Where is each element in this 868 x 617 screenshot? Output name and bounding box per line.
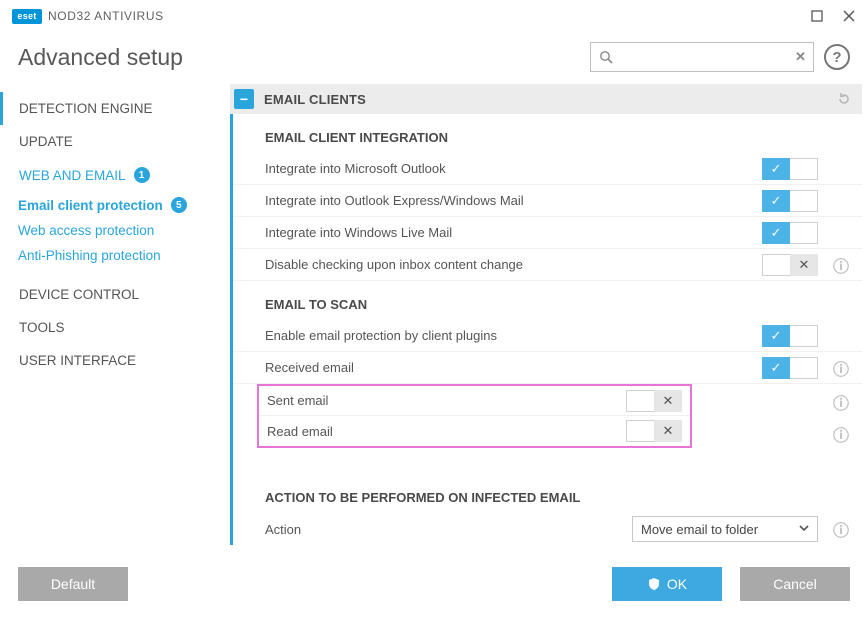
sidebar: DETECTION ENGINE UPDATE WEB AND EMAIL 1 … bbox=[0, 84, 230, 564]
check-icon: ✓ bbox=[762, 357, 790, 379]
row-label: Integrate into Outlook Express/Windows M… bbox=[265, 193, 762, 208]
search-icon bbox=[599, 50, 613, 64]
ok-label: OK bbox=[667, 576, 687, 592]
check-icon: ✓ bbox=[762, 190, 790, 212]
sidebar-sub-web-access-protection[interactable]: Web access protection bbox=[0, 218, 230, 243]
panel-header: − EMAIL CLIENTS bbox=[230, 84, 862, 114]
info-icon[interactable]: ⓘ bbox=[832, 422, 850, 446]
panel-title: EMAIL CLIENTS bbox=[264, 92, 366, 107]
count-badge: 1 bbox=[134, 167, 150, 183]
help-button[interactable]: ? bbox=[824, 44, 850, 70]
row-enable-email-protection: Enable email protection by client plugin… bbox=[233, 320, 862, 352]
x-icon: ✕ bbox=[654, 420, 682, 442]
check-icon: ✓ bbox=[762, 222, 790, 244]
x-icon: ✕ bbox=[790, 254, 818, 276]
check-icon: ✓ bbox=[762, 325, 790, 347]
maximize-icon[interactable] bbox=[808, 7, 826, 25]
row-label: Sent email bbox=[267, 393, 626, 408]
sidebar-item-update[interactable]: UPDATE bbox=[0, 125, 230, 158]
cancel-button[interactable]: Cancel bbox=[740, 567, 850, 601]
panel-body: EMAIL CLIENT INTEGRATION Integrate into … bbox=[230, 114, 862, 545]
sidebar-item-user-interface[interactable]: USER INTERFACE bbox=[0, 344, 230, 377]
section-title-integration: EMAIL CLIENT INTEGRATION bbox=[233, 114, 862, 153]
sidebar-item-device-control[interactable]: DEVICE CONTROL bbox=[0, 278, 230, 311]
toggle-read-email[interactable]: ✕ bbox=[626, 420, 682, 442]
row-label: Received email bbox=[265, 360, 762, 375]
row-label: Disable checking upon inbox content chan… bbox=[265, 257, 762, 272]
search-input[interactable] bbox=[619, 50, 795, 65]
select-value: Move email to folder bbox=[641, 522, 758, 537]
toggle-sent-email[interactable]: ✕ bbox=[626, 390, 682, 412]
collapse-icon[interactable]: − bbox=[234, 89, 254, 109]
body: DETECTION ENGINE UPDATE WEB AND EMAIL 1 … bbox=[0, 84, 868, 564]
section-title-scan: EMAIL TO SCAN bbox=[233, 281, 862, 320]
brand-badge: eset bbox=[12, 9, 42, 24]
page-title: Advanced setup bbox=[18, 44, 183, 71]
toggle-integrate-outlook[interactable]: ✓ bbox=[762, 158, 818, 180]
clear-search-icon[interactable]: ✕ bbox=[795, 49, 806, 65]
close-icon[interactable] bbox=[840, 7, 858, 25]
toggle-integrate-live-mail[interactable]: ✓ bbox=[762, 222, 818, 244]
info-icon[interactable]: ⓘ bbox=[832, 253, 850, 277]
row-label: Integrate into Windows Live Mail bbox=[265, 225, 762, 240]
row-label: Integrate into Microsoft Outlook bbox=[265, 161, 762, 176]
window-controls bbox=[808, 7, 858, 25]
info-icon[interactable]: ⓘ bbox=[832, 356, 850, 380]
row-label: Read email bbox=[267, 424, 626, 439]
row-integrate-live-mail: Integrate into Windows Live Mail ✓ bbox=[233, 217, 862, 249]
titlebar: eset NOD32 ANTIVIRUS bbox=[0, 0, 868, 28]
header: Advanced setup ✕ ? bbox=[0, 28, 868, 84]
row-integrate-outlook: Integrate into Microsoft Outlook ✓ bbox=[233, 153, 862, 185]
chevron-down-icon bbox=[797, 521, 811, 535]
sidebar-sub-label: Email client protection bbox=[18, 198, 163, 213]
row-label: Enable email protection by client plugin… bbox=[265, 328, 762, 343]
section-title-action: ACTION TO BE PERFORMED ON INFECTED EMAIL bbox=[233, 474, 862, 513]
sidebar-item-detection-engine[interactable]: DETECTION ENGINE bbox=[0, 92, 230, 125]
action-select[interactable]: Move email to folder bbox=[632, 516, 818, 542]
x-icon: ✕ bbox=[654, 390, 682, 412]
row-sent-email: Sent email ✕ bbox=[259, 386, 690, 416]
shield-icon bbox=[647, 577, 661, 591]
row-disable-checking: Disable checking upon inbox content chan… bbox=[233, 249, 862, 281]
highlight-box: Sent email ✕ Read email ✕ bbox=[257, 384, 692, 448]
check-icon: ✓ bbox=[762, 158, 790, 180]
sidebar-sub-anti-phishing-protection[interactable]: Anti-Phishing protection bbox=[0, 243, 230, 268]
sidebar-item-web-and-email[interactable]: WEB AND EMAIL 1 bbox=[0, 158, 230, 192]
product-name: NOD32 ANTIVIRUS bbox=[48, 9, 164, 23]
sidebar-item-label: WEB AND EMAIL bbox=[19, 168, 126, 183]
default-button[interactable]: Default bbox=[18, 567, 128, 601]
toggle-integrate-outlook-express[interactable]: ✓ bbox=[762, 190, 818, 212]
info-icon[interactable]: ⓘ bbox=[832, 517, 850, 541]
reset-icon[interactable] bbox=[836, 91, 852, 107]
info-icon[interactable]: ⓘ bbox=[832, 390, 850, 414]
toggle-enable-email-protection[interactable]: ✓ bbox=[762, 325, 818, 347]
sidebar-sub-email-client-protection[interactable]: Email client protection 5 bbox=[0, 192, 230, 218]
ok-button[interactable]: OK bbox=[612, 567, 722, 601]
row-read-email: Read email ✕ bbox=[259, 416, 690, 446]
toggle-disable-checking[interactable]: ✕ bbox=[762, 254, 818, 276]
row-integrate-outlook-express: Integrate into Outlook Express/Windows M… bbox=[233, 185, 862, 217]
count-badge: 5 bbox=[171, 197, 187, 213]
toggle-received-email[interactable]: ✓ bbox=[762, 357, 818, 379]
row-action: Action Move email to folder ⓘ bbox=[233, 513, 862, 545]
search-box[interactable]: ✕ bbox=[590, 42, 814, 72]
footer: Default OK Cancel bbox=[0, 555, 868, 617]
row-received-email: Received email ✓ ⓘ bbox=[233, 352, 862, 384]
sidebar-item-tools[interactable]: TOOLS bbox=[0, 311, 230, 344]
row-label: Action bbox=[265, 522, 632, 537]
content: − EMAIL CLIENTS EMAIL CLIENT INTEGRATION… bbox=[230, 84, 868, 564]
